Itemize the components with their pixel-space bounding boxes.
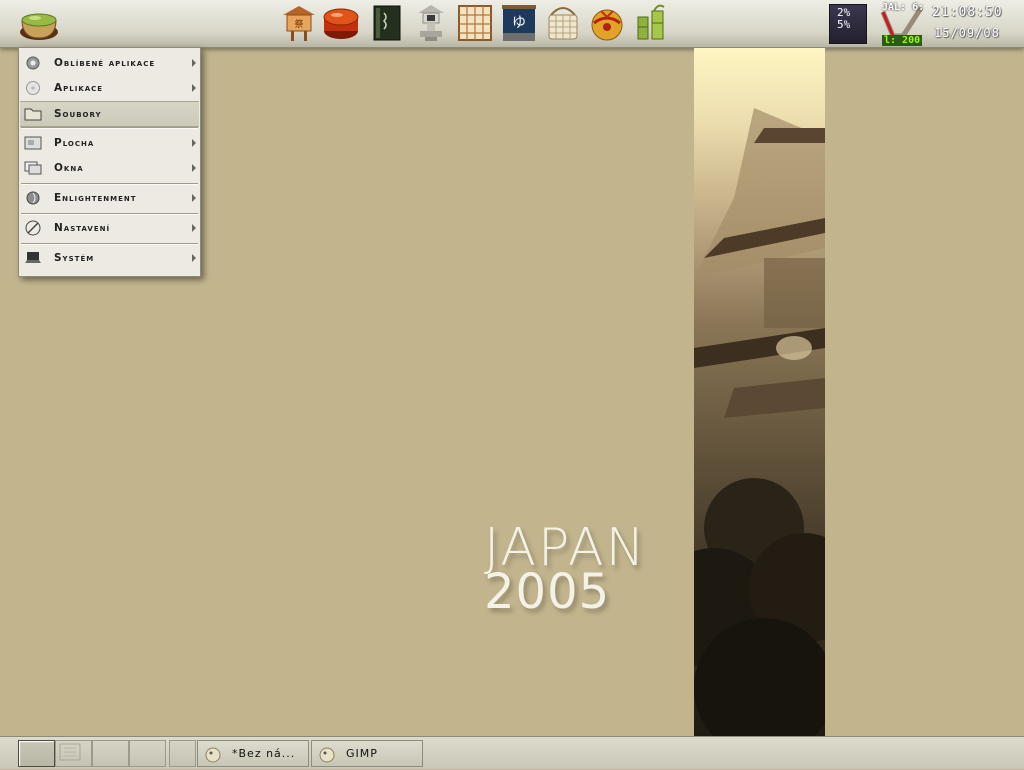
- red-lacquer-box-icon[interactable]: [322, 3, 360, 43]
- wallpaper-title: JAPAN 2005: [484, 522, 647, 616]
- submenu-arrow-icon: [192, 194, 196, 202]
- taskbar-item-label: GIMP: [346, 747, 378, 760]
- submenu-arrow-icon: [192, 59, 196, 67]
- laptop-icon: [25, 252, 41, 263]
- taskbar-item-gimp[interactable]: GIMP: [311, 740, 423, 767]
- clock-time[interactable]: 21:08:50: [932, 5, 1003, 20]
- pager-extra[interactable]: [169, 740, 196, 767]
- desktop-icon: [24, 136, 42, 150]
- pager-desk-1[interactable]: [18, 740, 55, 767]
- menu-item-label: Enlightenment: [54, 192, 137, 204]
- battery-top-text: JAL: 6:: [882, 2, 925, 13]
- submenu-arrow-icon: [192, 139, 196, 147]
- menu-item-files[interactable]: Soubory: [20, 101, 199, 127]
- pager-desk-3[interactable]: [92, 740, 129, 767]
- menu-separator: [21, 213, 198, 215]
- stone-lantern-icon[interactable]: [412, 3, 450, 43]
- menu-item-applications[interactable]: Aplikace: [20, 76, 199, 100]
- clock-date[interactable]: 15/09/08: [934, 26, 1000, 40]
- bottom-shelf: *Bez ná... GIMP: [0, 736, 1024, 769]
- woven-basket-icon[interactable]: [544, 3, 582, 43]
- top-shelf: 祭 ゆ 2% 5% JAL: 6: l: 200 21:08:50 15/09/…: [0, 0, 1024, 48]
- svg-text:ゆ: ゆ: [512, 15, 526, 31]
- menu-item-label: Aplikace: [54, 82, 104, 94]
- menu-item-desktop[interactable]: Plocha: [20, 131, 199, 155]
- wallpaper-pagoda-photo: [694, 48, 825, 738]
- submenu-arrow-icon: [192, 254, 196, 262]
- windows-icon: [24, 161, 42, 175]
- mini-window-icon: [59, 743, 81, 761]
- menu-item-label: Nastavení: [54, 222, 111, 234]
- taskbar-item-untitled[interactable]: *Bez ná...: [197, 740, 309, 767]
- daruma-ornament-icon[interactable]: [588, 3, 626, 43]
- pager-desk-2[interactable]: [55, 740, 92, 767]
- menu-item-label: Systém: [54, 252, 95, 264]
- cpu-load-2: 5%: [837, 18, 851, 31]
- gimp-document-icon: [205, 747, 221, 763]
- battery-monitor[interactable]: JAL: 6: l: 200: [879, 2, 929, 46]
- green-tea-cup-icon[interactable]: [17, 2, 61, 44]
- taskbar-item-label: *Bez ná...: [232, 747, 296, 760]
- folder-icon: [24, 108, 42, 121]
- menu-item-enlightenment[interactable]: Enlightenment: [20, 186, 199, 210]
- shoji-screen-icon[interactable]: [456, 3, 494, 43]
- settings-wrench-icon: [25, 220, 41, 236]
- main-menu: Oblíbené aplikace Aplikace Soubory Ploch…: [18, 47, 201, 277]
- menu-item-label: Plocha: [54, 137, 95, 149]
- menu-item-system[interactable]: Systém: [20, 246, 199, 270]
- applications-cd-icon: [26, 81, 40, 95]
- menu-item-label: Oblíbené aplikace: [54, 57, 156, 69]
- menu-item-windows[interactable]: Okna: [20, 156, 199, 180]
- dark-scroll-book-icon[interactable]: [368, 3, 406, 43]
- favorites-gear-icon: [26, 56, 40, 70]
- gimp-icon: [319, 747, 335, 763]
- submenu-arrow-icon: [192, 224, 196, 232]
- menu-separator: [21, 183, 198, 185]
- menu-item-label: Okna: [54, 162, 84, 174]
- menu-item-favorites[interactable]: Oblíbené aplikace: [20, 51, 199, 75]
- wooden-shrine-sign-icon[interactable]: 祭: [280, 3, 318, 43]
- cpu-monitor[interactable]: 2% 5%: [829, 4, 867, 44]
- battery-bottom-text: l: 200: [882, 35, 923, 46]
- enlightenment-gear-icon: [26, 191, 40, 205]
- menu-item-settings[interactable]: Nastavení: [20, 216, 199, 240]
- svg-text:祭: 祭: [294, 18, 303, 30]
- submenu-arrow-icon: [192, 164, 196, 172]
- menu-separator: [21, 127, 198, 129]
- submenu-arrow-icon: [192, 84, 196, 92]
- menu-item-label: Soubory: [54, 108, 102, 120]
- bamboo-sake-icon[interactable]: [632, 3, 670, 43]
- noren-curtain-icon[interactable]: ゆ: [500, 3, 538, 43]
- pager-desk-4[interactable]: [129, 740, 166, 767]
- cpu-load-1: 2%: [837, 6, 851, 19]
- menu-separator: [21, 243, 198, 245]
